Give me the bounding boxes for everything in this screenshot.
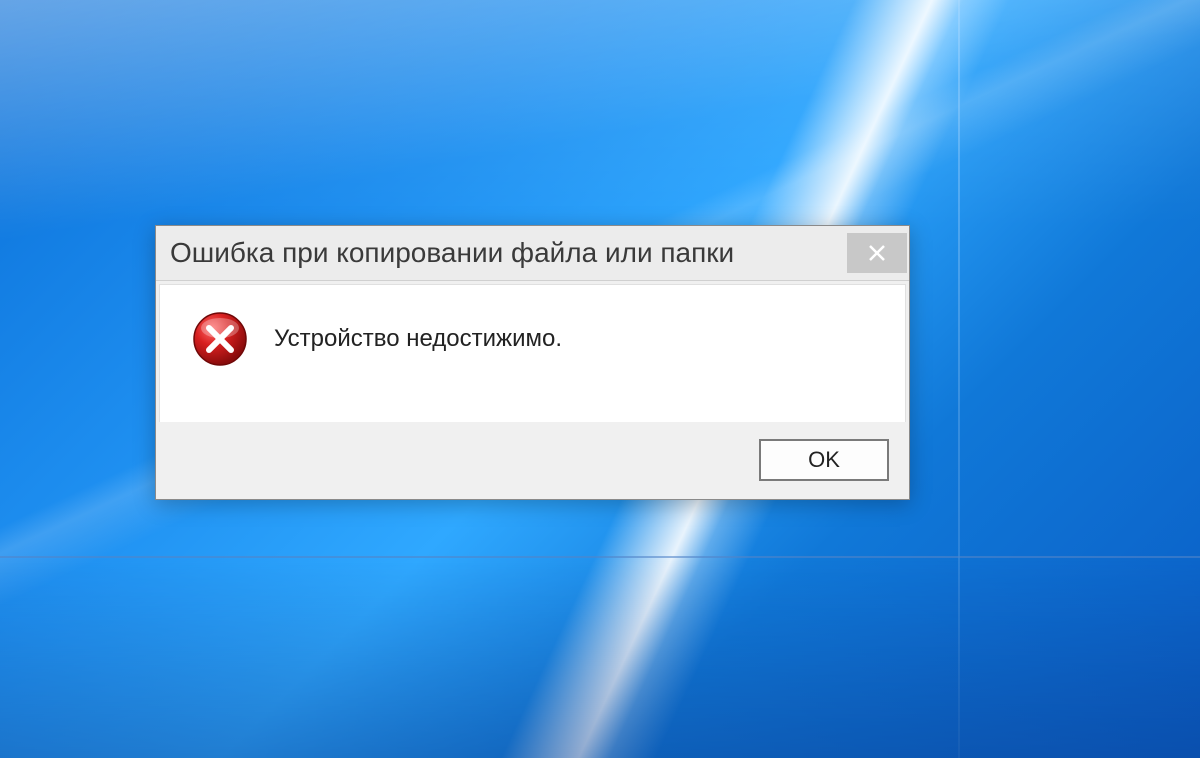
error-icon	[192, 311, 248, 372]
wallpaper-line	[958, 0, 960, 758]
error-message: Устройство недостижимо.	[274, 315, 562, 353]
ok-button[interactable]: OK	[759, 439, 889, 481]
error-dialog: Ошибка при копировании файла или папки	[155, 225, 910, 500]
close-icon	[868, 244, 886, 262]
dialog-content: Устройство недостижимо.	[159, 284, 906, 422]
desktop-background: Ошибка при копировании файла или папки	[0, 0, 1200, 758]
dialog-titlebar[interactable]: Ошибка при копировании файла или папки	[156, 226, 909, 281]
dialog-button-row: OK	[156, 425, 909, 499]
close-button[interactable]	[847, 233, 907, 273]
dialog-title: Ошибка при копировании файла или папки	[170, 237, 734, 269]
